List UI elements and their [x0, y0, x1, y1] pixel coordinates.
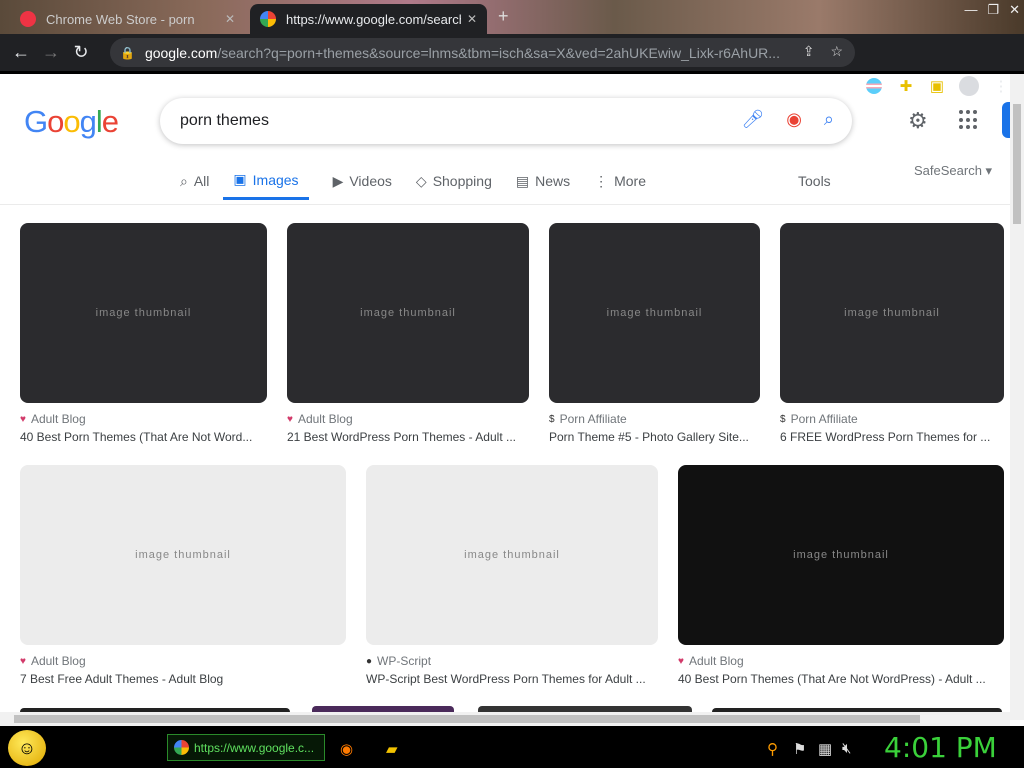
heart-icon: ♥: [20, 655, 26, 667]
result-source[interactable]: $ Porn Affiliate: [780, 412, 858, 426]
result-thumbnail[interactable]: image thumbnail: [366, 465, 658, 645]
taskbar-chrome-item[interactable]: https://www.google.c...: [167, 734, 325, 761]
result-thumbnail[interactable]: image thumbnail: [678, 465, 1004, 645]
toolbar-divider: [0, 71, 1024, 74]
result-source[interactable]: ♥ Adult Blog: [287, 412, 353, 426]
volume-muted-icon[interactable]: 🔇︎: [842, 740, 851, 757]
scroll-thumb[interactable]: [1013, 104, 1021, 224]
result-source[interactable]: $ Porn Affiliate: [549, 412, 627, 426]
result-thumbnail[interactable]: image thumbnail: [20, 465, 346, 645]
address-bar[interactable]: 🔒 google.com/search?q=porn+themes&source…: [110, 38, 855, 67]
back-arrow-icon[interactable]: ←: [6, 42, 36, 63]
tab-images[interactable]: ▣ Images: [223, 162, 309, 200]
panda-icon: ●: [366, 655, 373, 667]
heart-icon: ♥: [678, 655, 684, 667]
result-thumbnail[interactable]: image thumbnail: [549, 223, 760, 403]
tag-icon: ◇: [415, 172, 427, 189]
tab-all[interactable]: ⌕ All: [180, 162, 209, 200]
search-query: porn themes: [180, 112, 269, 129]
reload-icon[interactable]: ↻: [66, 42, 96, 63]
tab-more[interactable]: ⋮ More: [594, 162, 646, 200]
account-avatar-icon[interactable]: [958, 75, 980, 97]
search-type-tabs: ⌕ All ▣ Images ▶ Videos ◇ Shopping ▤ News ⋮ Mo…: [180, 162, 670, 204]
result-title[interactable]: 7 Best Free Adult Themes - Adult Blog: [20, 672, 340, 686]
browser-toolbar: ← → ↻ 🔒 google.com/search?q=porn+themes&…: [0, 34, 1024, 96]
tab-strip: Chrome Web Store - porn ✕ https://www.go…: [0, 0, 1024, 34]
chrome-icon: [174, 740, 189, 755]
result-title[interactable]: 40 Best Porn Themes (That Are Not Word..…: [20, 430, 265, 444]
browser-tab-active[interactable]: https://www.google.com/search? ✕: [250, 4, 487, 34]
result-thumbnail[interactable]: image thumbnail: [20, 223, 267, 403]
more-icon: ⋮: [594, 172, 609, 189]
firefox-icon[interactable]: ◉: [340, 740, 353, 758]
video-icon: ▶: [332, 172, 344, 189]
tools-button[interactable]: Tools: [798, 173, 831, 189]
camera-lens-icon[interactable]: ◉: [786, 109, 802, 130]
tab-title: https://www.google.com/search?: [286, 11, 461, 27]
folder-icon[interactable]: ▰: [386, 740, 398, 758]
start-smiley-icon[interactable]: ☺: [8, 730, 46, 766]
browser-tab[interactable]: Chrome Web Store - porn ✕: [10, 4, 245, 34]
result-source[interactable]: ♥ Adult Blog: [678, 654, 744, 668]
result-thumbnail[interactable]: image thumbnail: [287, 223, 529, 403]
result-title[interactable]: Porn Theme #5 - Photo Gallery Site...: [549, 430, 760, 444]
flag-icon[interactable]: ⚑: [793, 740, 806, 758]
result-source[interactable]: ♥ Adult Blog: [20, 412, 86, 426]
search-icon: ⌕: [180, 172, 188, 189]
window-controls: — ❐ ✕: [964, 2, 1020, 18]
heart-icon: ♥: [287, 413, 293, 425]
apps-grid-icon[interactable]: [959, 110, 979, 130]
tab-title: Chrome Web Store - porn: [46, 11, 195, 27]
sidepanel-icon[interactable]: ▣: [926, 75, 948, 97]
search-tray-icon[interactable]: ⚲: [767, 740, 778, 758]
close-window-button[interactable]: ✕: [1009, 2, 1020, 18]
result-title[interactable]: 21 Best WordPress Porn Themes - Adult ..…: [287, 430, 527, 444]
tab-videos[interactable]: ▶ Videos: [333, 162, 392, 200]
system-clock[interactable]: 4:01 PM: [884, 731, 997, 764]
safesearch-dropdown[interactable]: SafeSearch ▾: [914, 163, 992, 179]
search-input[interactable]: porn themes 🎤︎ ◉ ⌕: [160, 98, 852, 144]
search-icon[interactable]: ⌕: [824, 109, 834, 130]
new-tab-button[interactable]: +: [498, 6, 509, 27]
result-title[interactable]: WP-Script Best WordPress Porn Themes for…: [366, 672, 656, 686]
dollar-icon: $: [549, 413, 555, 425]
horizontal-scrollbar[interactable]: [0, 712, 1010, 726]
result-title[interactable]: 40 Best Porn Themes (That Are Not WordPr…: [678, 672, 993, 686]
vertical-scrollbar[interactable]: [1010, 74, 1024, 720]
tab-news[interactable]: ▤ News: [516, 162, 570, 200]
webstore-icon: [20, 11, 36, 27]
bookmark-star-icon[interactable]: ☆: [830, 43, 843, 60]
microphone-icon[interactable]: 🎤︎: [741, 109, 764, 130]
tab-shopping[interactable]: ◇ Shopping: [416, 162, 492, 200]
scroll-thumb[interactable]: [14, 715, 920, 723]
close-tab-icon[interactable]: ✕: [225, 12, 235, 26]
menu-kebab-icon[interactable]: ⋮: [990, 75, 1012, 97]
restore-button[interactable]: ❐: [987, 2, 999, 18]
news-icon: ▤: [515, 172, 530, 189]
network-icon[interactable]: ▦: [818, 740, 832, 758]
share-icon[interactable]: ⇪: [803, 43, 815, 60]
result-source[interactable]: ♥ Adult Blog: [20, 654, 86, 668]
os-taskbar: [0, 726, 1024, 768]
result-title[interactable]: 6 FREE WordPress Porn Themes for ...: [780, 430, 992, 444]
forward-arrow-icon[interactable]: →: [36, 42, 66, 63]
extensions-puzzle-icon[interactable]: ✚: [895, 75, 917, 97]
profile-flag-icon[interactable]: [863, 75, 885, 97]
result-thumbnail[interactable]: image thumbnail: [780, 223, 1004, 403]
heart-icon: ♥: [20, 413, 26, 425]
settings-gear-icon[interactable]: ⚙: [908, 108, 928, 134]
minimize-button[interactable]: —: [964, 2, 977, 18]
header-divider: [0, 204, 1012, 205]
url-text: google.com/search?q=porn+themes&source=l…: [144, 44, 780, 61]
lock-icon[interactable]: 🔒: [120, 46, 135, 60]
google-favicon-icon: [260, 11, 276, 27]
image-icon: ▣: [233, 171, 247, 187]
close-tab-icon[interactable]: ✕: [467, 12, 477, 26]
google-logo[interactable]: Google: [24, 104, 119, 140]
result-source[interactable]: ● WP-Script: [366, 654, 431, 668]
dollar-icon: $: [780, 413, 786, 425]
